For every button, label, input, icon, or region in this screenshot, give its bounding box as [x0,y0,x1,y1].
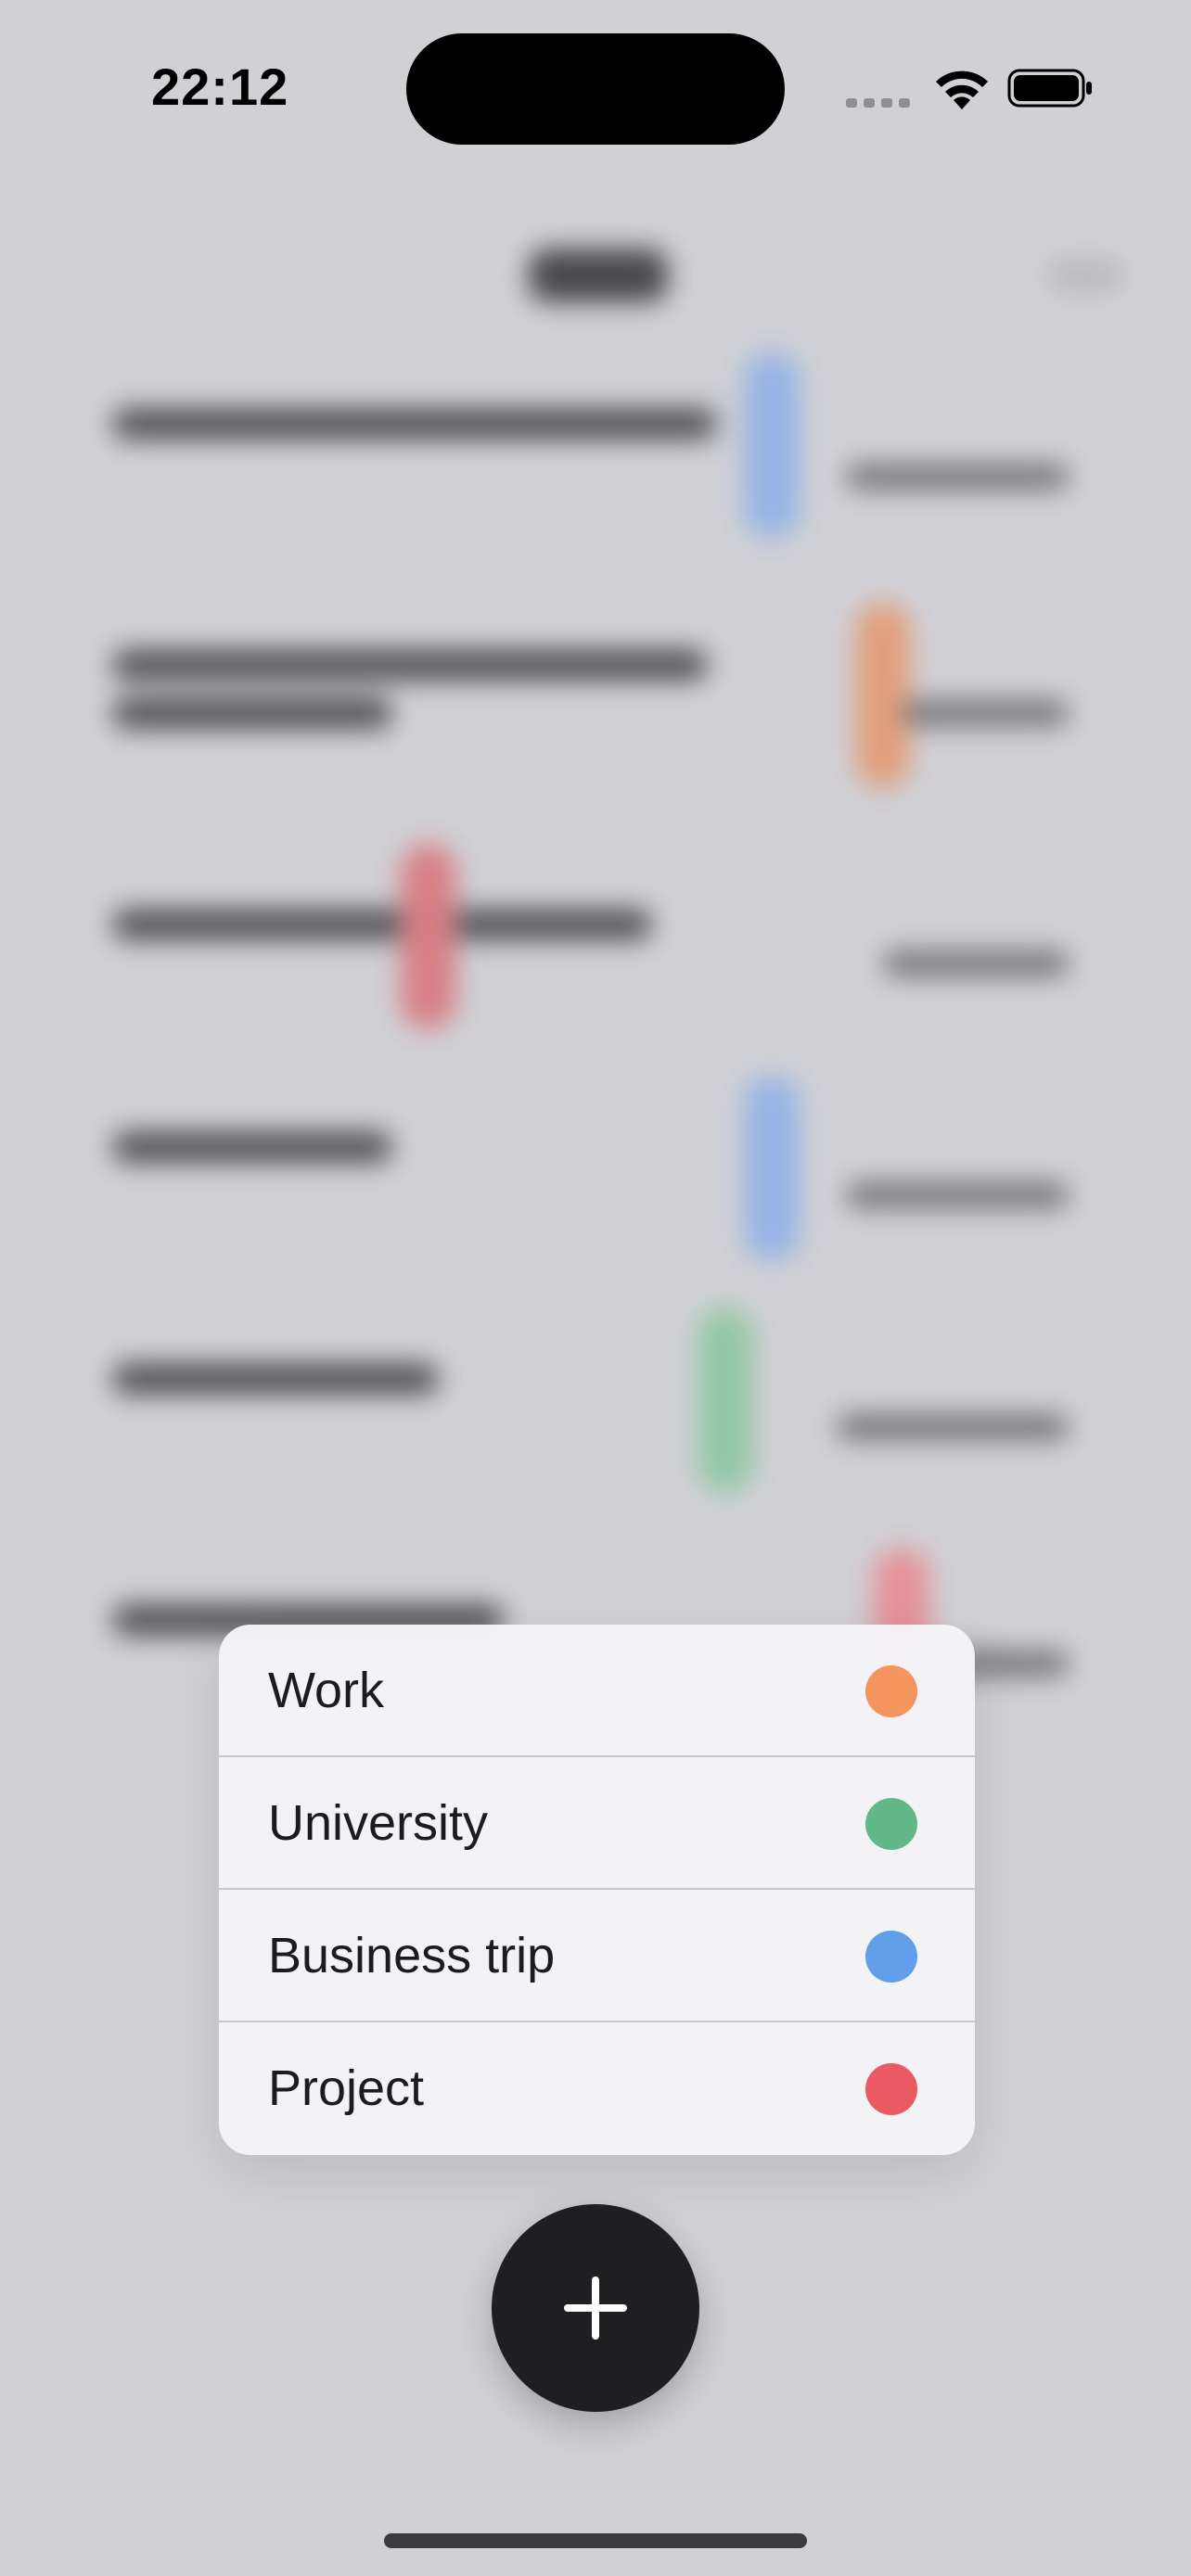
blurred-task-row [113,352,1078,538]
menu-item-project[interactable]: Project [219,2022,975,2155]
dynamic-island [406,33,785,145]
menu-item-label: Work [268,1663,385,1718]
blurred-task-row [113,1076,1078,1280]
home-indicator[interactable] [384,2533,807,2548]
wifi-icon [936,70,988,109]
add-button[interactable] [492,2204,699,2412]
battery-icon [1007,69,1092,108]
category-color-dot [865,1931,917,1983]
plus-icon [564,2276,627,2340]
blurred-task-row [113,835,1078,1039]
blurred-task-list [0,0,1191,2576]
menu-item-label: Project [268,2060,425,2116]
blurred-header-action [1048,260,1122,291]
status-time: 22:12 [151,57,289,116]
menu-item-business-trip[interactable]: Business trip [219,1890,975,2022]
category-color-dot [865,1665,917,1717]
category-color-dot [865,2063,917,2115]
cellular-signal-icon [846,98,910,108]
blurred-task-row [113,593,1078,797]
menu-item-label: Business trip [268,1928,556,1983]
menu-item-university[interactable]: University [219,1757,975,1890]
blurred-header-title [529,249,668,302]
blurred-task-row [113,1307,1078,1511]
menu-item-work[interactable]: Work [219,1625,975,1757]
category-menu: Work University Business trip Project [219,1625,975,2155]
category-color-dot [865,1798,917,1850]
menu-item-label: University [268,1795,489,1851]
